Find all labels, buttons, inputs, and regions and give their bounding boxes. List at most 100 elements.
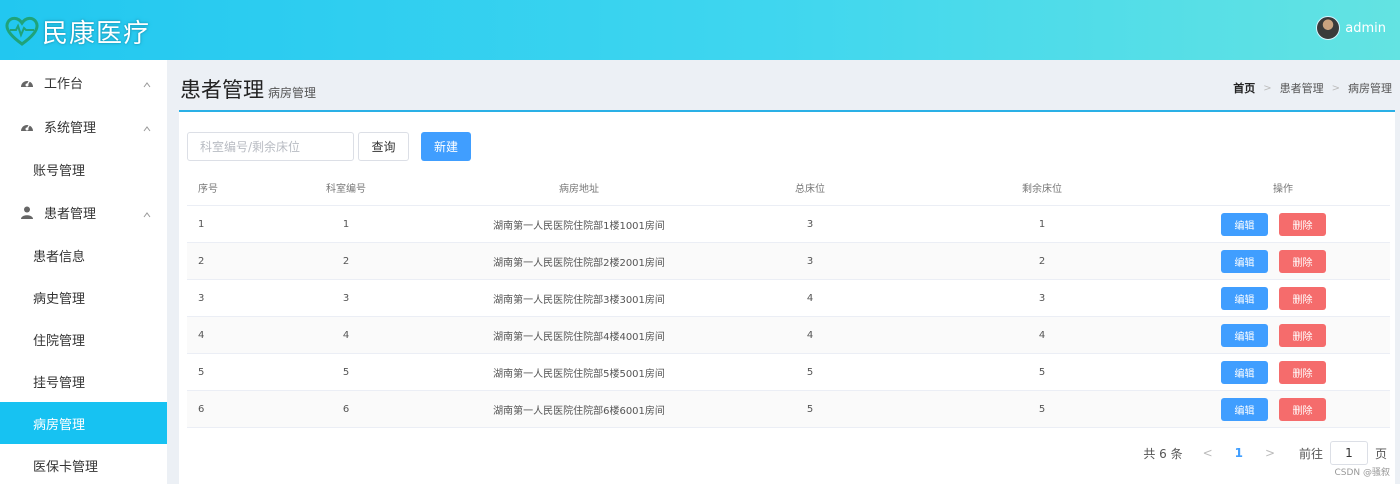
page-subtitle: 病房管理 (268, 86, 317, 100)
chevron-up-icon (143, 122, 151, 132)
logo-text: 民康医疗 (42, 18, 151, 49)
sidebar-item-wards[interactable]: 病房管理 (0, 402, 167, 444)
cell-total: 3 (806, 255, 814, 267)
cell-address: 湖南第一人民医院住院部5楼5001房间 (493, 368, 665, 380)
cell-seq: 4 (198, 329, 205, 341)
cell-total: 4 (806, 329, 814, 341)
table-row: 5 5 湖南第一人民医院住院部5楼5001房间 5 5 编辑 删除 (187, 354, 1390, 391)
col-header-address: 病房地址 (559, 184, 599, 195)
breadcrumb-level1[interactable]: 患者管理 (1280, 80, 1324, 96)
user-icon (20, 205, 34, 219)
cell-address: 湖南第一人民医院住院部4楼4001房间 (493, 331, 665, 343)
new-button[interactable]: 新建 (421, 132, 471, 161)
breadcrumb-home[interactable]: 首页 (1233, 80, 1255, 96)
cell-seq: 2 (198, 255, 205, 267)
search-input[interactable] (187, 132, 354, 161)
heart-logo-icon (4, 15, 40, 47)
table-row: 1 1 湖南第一人民医院住院部1楼1001房间 3 1 编辑 删除 (187, 206, 1390, 243)
cell-total: 3 (806, 218, 814, 230)
cell-seq: 6 (198, 403, 205, 415)
menu-group-label: 系统管理 (44, 120, 97, 136)
cell-total: 5 (806, 366, 814, 378)
cell-dept: 1 (342, 218, 350, 230)
col-header-seq: 序号 (198, 184, 218, 195)
col-header-remain: 剩余床位 (1022, 184, 1062, 195)
edit-button[interactable]: 编辑 (1221, 286, 1268, 310)
edit-button[interactable]: 编辑 (1221, 249, 1268, 273)
delete-button[interactable]: 删除 (1279, 286, 1326, 310)
delete-button[interactable]: 删除 (1279, 397, 1326, 421)
sidebar-item-registration[interactable]: 挂号管理 (0, 360, 167, 402)
cell-remain: 3 (1038, 292, 1046, 304)
sidebar-item-hospitalization[interactable]: 住院管理 (0, 318, 167, 360)
username[interactable]: admin (1345, 21, 1386, 36)
row-actions: 编辑 删除 (1221, 212, 1326, 236)
menu-group-label: 工作台 (44, 76, 84, 92)
pagination: 共 6 条 < 1 > 前往 页 (1143, 441, 1387, 465)
sidebar: 工作台 系统管理 账号管理 患者管理 患者信息 病史管理 住院管理 挂号管理 病… (0, 60, 167, 484)
watermark: CSDN @骚叙 (1334, 468, 1390, 478)
user-menu[interactable]: admin (1316, 16, 1386, 40)
cell-remain: 2 (1038, 255, 1046, 267)
row-actions: 编辑 删除 (1221, 397, 1326, 421)
avatar[interactable] (1316, 16, 1341, 40)
row-actions: 编辑 删除 (1221, 323, 1326, 347)
chevron-right-icon[interactable]: > (1259, 446, 1281, 460)
table-row: 3 3 湖南第一人民医院住院部3楼3001房间 4 3 编辑 删除 (187, 280, 1390, 317)
sidebar-item-patient-info[interactable]: 患者信息 (0, 234, 167, 276)
goto-page-input[interactable] (1329, 441, 1368, 465)
edit-button[interactable]: 编辑 (1221, 212, 1268, 236)
menu-group-patients[interactable]: 患者管理 (0, 190, 167, 234)
chevron-up-icon (143, 208, 151, 218)
edit-button[interactable]: 编辑 (1221, 323, 1268, 347)
cell-dept: 3 (342, 292, 350, 304)
page-unit: 页 (1374, 446, 1387, 461)
col-header-total: 总床位 (795, 184, 825, 195)
table-row: 2 2 湖南第一人民医院住院部2楼2001房间 3 2 编辑 删除 (187, 243, 1390, 280)
logo[interactable]: 民康医疗 (4, 12, 150, 50)
cell-seq: 3 (198, 292, 205, 304)
chevron-left-icon[interactable]: < (1197, 446, 1219, 460)
sidebar-item-insurance-card[interactable]: 医保卡管理 (0, 444, 167, 484)
sidebar-item-medical-history[interactable]: 病史管理 (0, 276, 167, 318)
cell-remain: 4 (1038, 329, 1046, 341)
breadcrumb: 首页 > 患者管理 > 病房管理 (1233, 80, 1392, 96)
edit-button[interactable]: 编辑 (1221, 360, 1268, 384)
total-count: 共 6 条 (1143, 446, 1183, 461)
cell-total: 5 (806, 403, 814, 415)
menu-group-label: 患者管理 (44, 206, 97, 222)
row-actions: 编辑 删除 (1221, 286, 1326, 310)
dashboard-icon (20, 119, 34, 133)
cell-dept: 5 (342, 366, 350, 378)
cell-address: 湖南第一人民医院住院部6楼6001房间 (493, 405, 665, 417)
delete-button[interactable]: 删除 (1279, 323, 1326, 347)
cell-address: 湖南第一人民医院住院部3楼3001房间 (493, 294, 665, 306)
cell-seq: 1 (198, 218, 205, 230)
cell-dept: 2 (342, 255, 350, 267)
col-header-actions: 操作 (1273, 184, 1293, 195)
cell-remain: 5 (1038, 366, 1046, 378)
ward-table: 序号 科室编号 病房地址 总床位 剩余床位 操作 1 1 湖南第一人民医院住院部1楼… (187, 170, 1390, 428)
delete-button[interactable]: 删除 (1279, 249, 1326, 273)
col-header-dept: 科室编号 (326, 184, 366, 195)
cell-total: 4 (806, 292, 814, 304)
page-heading: 患者管理 病房管理 (180, 74, 316, 104)
query-button[interactable]: 查询 (358, 132, 409, 161)
page-title: 患者管理 (180, 78, 264, 102)
page-number[interactable]: 1 (1235, 446, 1243, 460)
goto-label: 前往 (1298, 446, 1323, 461)
edit-button[interactable]: 编辑 (1221, 397, 1268, 421)
chevron-up-icon (143, 78, 151, 88)
ward-panel: 查询 新建 序号 科室编号 病房地址 总床位 剩余床位 操作 1 1 湖南第一人民医… (179, 110, 1395, 484)
row-actions: 编辑 删除 (1221, 360, 1326, 384)
cell-dept: 6 (342, 403, 350, 415)
cell-dept: 4 (342, 329, 350, 341)
menu-group-workbench[interactable]: 工作台 (0, 60, 167, 104)
menu-group-system[interactable]: 系统管理 (0, 104, 167, 148)
chevron-right-icon: > (1263, 82, 1272, 94)
delete-button[interactable]: 删除 (1279, 212, 1326, 236)
delete-button[interactable]: 删除 (1279, 360, 1326, 384)
cell-remain: 5 (1038, 403, 1046, 415)
sidebar-item-accounts[interactable]: 账号管理 (0, 148, 167, 190)
cell-remain: 1 (1038, 218, 1046, 230)
